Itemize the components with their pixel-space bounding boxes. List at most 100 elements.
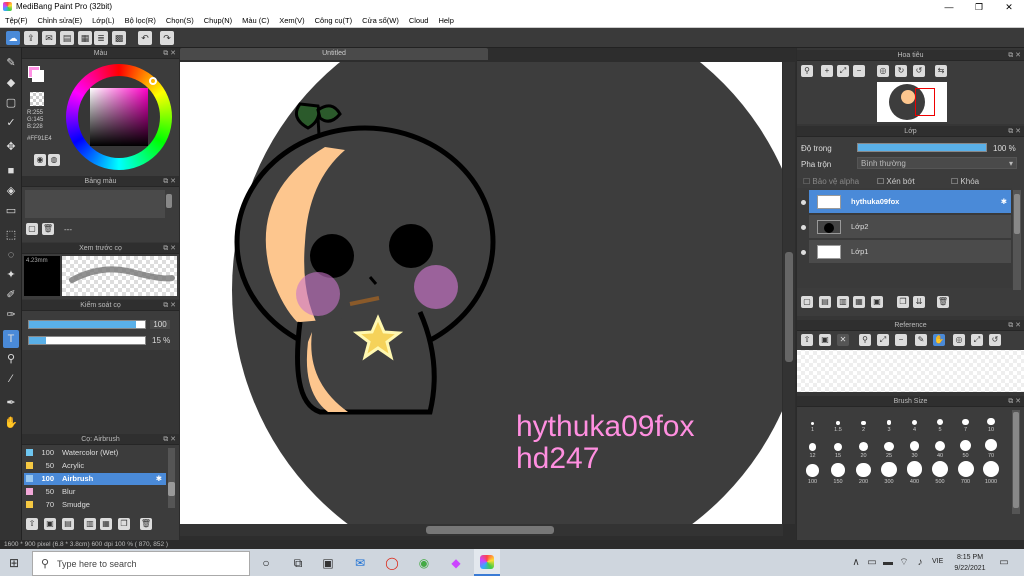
layer-visibility-eye-icon[interactable] (801, 200, 806, 205)
select-eraser-tool-icon[interactable]: ✑ (3, 306, 19, 324)
save-cloud-icon[interactable]: ⇪ (24, 31, 38, 45)
document-icon[interactable]: ▦ (78, 31, 92, 45)
navigator-thumbnail[interactable] (877, 82, 947, 122)
windows-start-icon[interactable]: ⊞ (6, 555, 22, 571)
hue-marker[interactable] (149, 77, 157, 85)
menu-select[interactable]: Chọn(S) (161, 14, 199, 28)
reference-rotate-ccw-icon[interactable]: ↺ (989, 334, 1001, 346)
cloud-icon[interactable]: ☁ (6, 31, 20, 45)
brush-size-option[interactable]: 25 (877, 438, 902, 463)
navigator-view-rect[interactable] (915, 88, 935, 116)
drawing-canvas[interactable]: hythuka09fox hd247 (180, 62, 782, 524)
menu-window[interactable]: Cửa sổ(W) (357, 14, 404, 28)
brush-size-option[interactable]: 20 (851, 438, 876, 463)
layer-item-selected[interactable]: hythuka09fox ✱ (809, 190, 1011, 214)
grid-icon[interactable]: ▩ (112, 31, 126, 45)
brush-item[interactable]: 100 Watercolor (Wet) (24, 447, 166, 459)
chat-icon[interactable]: ✉ (42, 31, 56, 45)
reference-zoom-out-icon[interactable]: − (895, 334, 907, 346)
panel-close-icon[interactable]: ⧉ ✕ (1008, 396, 1021, 407)
menu-file[interactable]: Tệp(F) (0, 14, 33, 28)
brush-size-option[interactable]: 15 (826, 438, 851, 463)
palette-icon[interactable]: ◉ (34, 154, 46, 166)
maximize-button[interactable]: ❐ (964, 0, 994, 14)
fill-rect-tool-icon[interactable]: ■ (3, 162, 19, 180)
menu-help[interactable]: Help (433, 14, 458, 28)
layer-item[interactable]: Lớp2 (809, 215, 1011, 239)
move-tool-icon[interactable]: ✥ (3, 138, 19, 156)
opera-icon[interactable]: ◯ (384, 555, 400, 571)
volume-icon[interactable]: ♪ (912, 555, 928, 571)
new-palette-icon[interactable]: ▢ (26, 223, 38, 235)
reference-dropper-icon[interactable]: ✎ (915, 334, 927, 346)
brush-size-option[interactable]: 1 (800, 412, 825, 437)
layer-menu-icon[interactable]: ▦ (853, 296, 865, 308)
zoom-icon[interactable]: ⚲ (801, 65, 813, 77)
horizontal-scrollbar[interactable] (180, 524, 783, 536)
menu-color[interactable]: Màu (C) (237, 14, 274, 28)
add-brush-icon[interactable]: ⇧ (26, 518, 38, 530)
menu-snap[interactable]: Chụp(N) (199, 14, 237, 28)
brush-size-option[interactable]: 2 (851, 412, 876, 437)
rotate-icon[interactable]: ↻ (895, 65, 907, 77)
reference-flip-icon[interactable]: ⤢ (971, 334, 983, 346)
brush-item[interactable]: 50 Acrylic (24, 460, 166, 472)
panel-close-icon[interactable]: ⧉ ✕ (163, 300, 176, 311)
redo-icon[interactable]: ↷ (160, 31, 174, 45)
secondary-color-swatch[interactable] (32, 70, 44, 82)
battery-icon[interactable]: ▬ (880, 555, 896, 571)
brush-size-slider[interactable] (28, 320, 146, 329)
brush-opacity-slider[interactable] (28, 336, 146, 345)
clock[interactable]: 8:15 PM 9/22/2021 (950, 552, 990, 574)
brush-list-icon[interactable]: ▦ (100, 518, 112, 530)
brush-item[interactable]: 70 Smudge (24, 499, 166, 511)
store-icon[interactable]: ▣ (320, 555, 336, 571)
blend-mode-select[interactable]: Bình thường ▾ (857, 157, 1017, 169)
flip-icon[interactable]: ⇆ (935, 65, 947, 77)
dropper-icon[interactable]: ◍ (48, 154, 60, 166)
brush-size-option[interactable]: 5 (928, 412, 953, 437)
brush-size-value[interactable]: 100 (150, 320, 170, 329)
folder-icon[interactable]: ▣ (44, 518, 56, 530)
layer-visibility-eye-icon[interactable] (801, 250, 806, 255)
menu-edit[interactable]: Chỉnh sửa(E) (33, 14, 88, 28)
brush-size-option[interactable]: 700 (953, 461, 978, 489)
hue-wheel[interactable] (66, 64, 172, 170)
comment-icon[interactable]: ▤ (60, 31, 74, 45)
settings-gear-icon[interactable]: ✱ (156, 473, 162, 485)
marquee-tool-icon[interactable]: ⬚ (3, 226, 19, 244)
text-tool-icon[interactable]: T (3, 330, 19, 348)
reference-view[interactable] (797, 350, 1024, 392)
rotate-ccw-icon[interactable]: ↺ (913, 65, 925, 77)
merge-layer-icon[interactable]: ⇊ (913, 296, 925, 308)
magic-wand-tool-icon[interactable]: ✦ (3, 266, 19, 284)
brush-size-option[interactable]: 1000 (979, 461, 1004, 489)
brush-size-scrollbar[interactable] (1012, 410, 1020, 514)
delete-brush-icon[interactable]: 🗑 (140, 518, 152, 530)
menu-filter[interactable]: Bộ lọc(R) (120, 14, 161, 28)
new-layer-icon[interactable]: ▢ (801, 296, 813, 308)
panel-close-icon[interactable]: ⧉ ✕ (1008, 50, 1021, 61)
brush-size-option[interactable]: 200 (851, 462, 876, 489)
brush-size-option[interactable]: 30 (902, 438, 927, 463)
new-halftone-layer-icon[interactable]: ▤ (819, 296, 831, 308)
layer-scrollbar[interactable] (1013, 190, 1021, 290)
undo-icon[interactable]: ↶ (138, 31, 152, 45)
brush-size-option[interactable]: 150 (826, 463, 851, 489)
brush-size-option[interactable]: 12 (800, 438, 825, 463)
brush-list-scrollbar[interactable] (168, 448, 175, 508)
tray-app-icon[interactable]: ▭ (864, 555, 880, 571)
close-button[interactable]: ✕ (994, 0, 1024, 14)
brush-size-option[interactable]: 500 (928, 461, 953, 489)
dropper-tool-icon[interactable]: ⁄ (3, 370, 19, 388)
panel-close-icon[interactable]: ⧉ ✕ (163, 243, 176, 254)
panel-close-icon[interactable]: ⧉ ✕ (163, 48, 176, 59)
brush-size-option[interactable]: 10 (979, 412, 1004, 437)
browser-icon[interactable]: ◉ (416, 555, 432, 571)
layer-settings-gear-icon[interactable]: ✱ (1001, 190, 1007, 214)
brush-size-option[interactable]: 100 (800, 464, 825, 489)
network-icon[interactable]: ⌔ (896, 555, 912, 571)
zoom-out-icon[interactable]: − (853, 65, 865, 77)
task-view-icon[interactable]: ⧉ (290, 555, 306, 571)
brush-size-option[interactable]: 7 (953, 412, 978, 437)
